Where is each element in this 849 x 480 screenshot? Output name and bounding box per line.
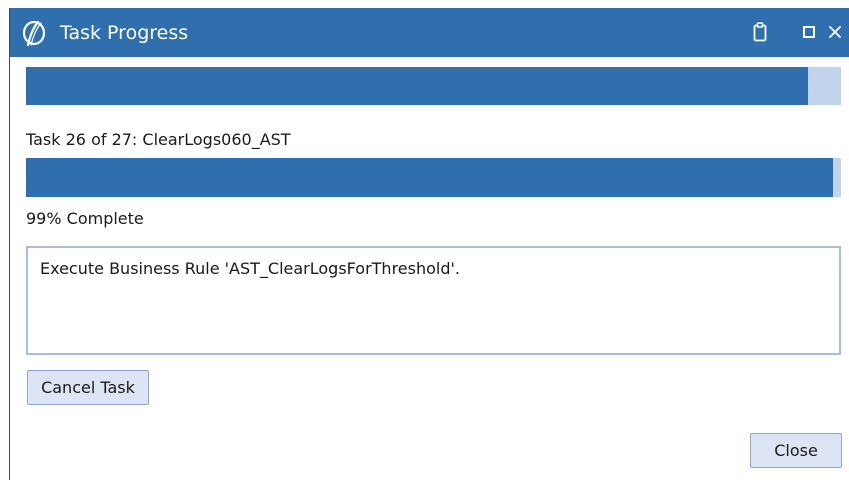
- window-title: Task Progress: [60, 22, 189, 44]
- overall-progress-bar: [26, 67, 841, 105]
- maximize-icon[interactable]: [800, 18, 818, 46]
- overall-progress-fill: [26, 67, 809, 105]
- app-logo-icon: [21, 20, 47, 47]
- message-text: Execute Business Rule 'AST_ClearLogsForT…: [40, 259, 460, 278]
- percent-complete-label: 99% Complete: [26, 209, 144, 228]
- title-bar[interactable]: Task Progress: [10, 8, 849, 57]
- cancel-task-button[interactable]: Cancel Task: [27, 370, 149, 405]
- task-progress-fill: [26, 158, 833, 197]
- message-box[interactable]: Execute Business Rule 'AST_ClearLogsForT…: [26, 246, 841, 355]
- task-progress-dialog: Task Progress Task 26 of 27: ClearLogs06…: [9, 8, 849, 480]
- clipboard-icon[interactable]: [749, 18, 771, 46]
- task-label: Task 26 of 27: ClearLogs060_AST: [26, 130, 291, 149]
- task-progress-bar: [26, 158, 841, 197]
- close-icon[interactable]: [824, 18, 846, 46]
- close-button[interactable]: Close: [750, 433, 842, 468]
